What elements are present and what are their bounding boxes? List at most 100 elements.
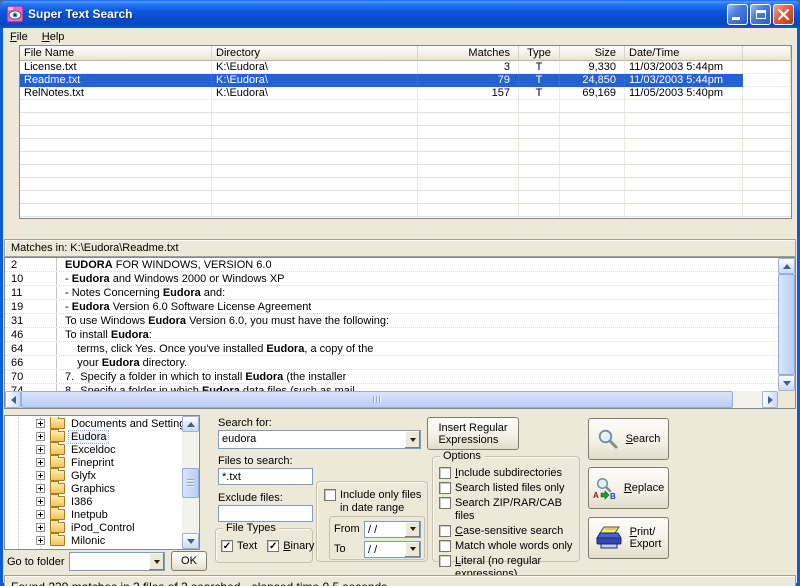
scroll-left-button[interactable] bbox=[5, 391, 21, 408]
match-row[interactable]: 19- Eudora Version 6.0 Software License … bbox=[5, 300, 778, 314]
column-header-type[interactable]: Type bbox=[519, 46, 560, 61]
table-empty-rows bbox=[20, 100, 791, 218]
dropdown-button[interactable] bbox=[404, 542, 420, 557]
client-area: File Name Directory Matches Type Size Da… bbox=[3, 45, 797, 583]
binary-checkbox[interactable]: ✓Binary bbox=[267, 540, 314, 553]
folder-icon bbox=[50, 496, 65, 507]
option-search-listed-files-only[interactable]: Search listed files only bbox=[439, 482, 576, 495]
match-row[interactable]: 46To install Eudora: bbox=[5, 328, 778, 342]
dropdown-button[interactable] bbox=[148, 553, 164, 570]
dropdown-button[interactable] bbox=[404, 522, 420, 537]
expand-icon[interactable] bbox=[36, 536, 45, 545]
files-to-search-input[interactable] bbox=[218, 468, 313, 485]
menu-bar: File Help bbox=[3, 28, 797, 45]
match-row[interactable]: 11- Notes Concerning Eudora and: bbox=[5, 286, 778, 300]
folder-icon bbox=[50, 470, 65, 481]
exclude-files-input[interactable] bbox=[218, 505, 313, 522]
scroll-up-button[interactable] bbox=[182, 416, 199, 432]
tree-item[interactable]: iPod_Control bbox=[5, 521, 182, 534]
column-header-directory[interactable]: Directory bbox=[212, 46, 418, 61]
scroll-down-button[interactable] bbox=[182, 533, 199, 549]
match-row[interactable]: 10- Eudora and Windows 2000 or Windows X… bbox=[5, 272, 778, 286]
options-label: Options bbox=[440, 450, 484, 462]
option-case-sensitive[interactable]: Case-sensitive search bbox=[439, 525, 576, 538]
status-text: Found 239 matches in 3 files of 3 search… bbox=[11, 580, 387, 586]
column-header-matches[interactable]: Matches bbox=[418, 46, 519, 61]
title-bar: Super Text Search bbox=[0, 0, 800, 28]
expand-icon[interactable] bbox=[36, 432, 45, 441]
tree-item[interactable]: Fineprint bbox=[5, 456, 182, 469]
expand-icon[interactable] bbox=[36, 510, 45, 519]
expand-icon[interactable] bbox=[36, 471, 45, 480]
menu-file[interactable]: File bbox=[3, 29, 35, 45]
close-button[interactable] bbox=[773, 4, 794, 25]
column-header-size[interactable]: Size bbox=[560, 46, 625, 61]
match-row[interactable]: 748. Specify a folder in which Eudora da… bbox=[5, 384, 778, 391]
option-match-whole-words[interactable]: Match whole words only bbox=[439, 540, 576, 553]
column-header-file-name[interactable]: File Name bbox=[20, 46, 212, 61]
tree-item[interactable]: Graphics bbox=[5, 482, 182, 495]
scrollbar-thumb[interactable] bbox=[182, 468, 199, 498]
from-label: From bbox=[334, 523, 360, 535]
tree-item[interactable]: Exceldoc bbox=[5, 443, 182, 456]
file-types-group: File Types ✓Text ✓Binary bbox=[215, 528, 313, 563]
tree-item[interactable]: Milonic bbox=[5, 534, 182, 547]
window-title: Super Text Search bbox=[28, 7, 132, 21]
tree-item[interactable]: I386 bbox=[5, 495, 182, 508]
folder-icon bbox=[50, 483, 65, 494]
tree-item[interactable]: Glyfx bbox=[5, 469, 182, 482]
match-row[interactable]: 64 terms, click Yes. Once you've install… bbox=[5, 342, 778, 356]
option-include-subdirectories[interactable]: Include subdirectories bbox=[439, 467, 576, 480]
search-for-combobox[interactable]: eudora bbox=[218, 430, 421, 449]
column-header-date-time[interactable]: Date/Time bbox=[625, 46, 743, 61]
replace-button[interactable]: A B Replace bbox=[588, 467, 669, 509]
table-row[interactable]: License.txt K:\Eudora\ 3 T 9,330 11/03/2… bbox=[20, 61, 791, 74]
match-row[interactable]: 2EUDORA FOR WINDOWS, VERSION 6.0 bbox=[5, 258, 778, 272]
scroll-right-button[interactable] bbox=[762, 391, 778, 408]
scroll-down-button[interactable] bbox=[778, 375, 795, 391]
chevron-down-icon bbox=[410, 527, 416, 531]
match-row[interactable]: 66 your Eudora directory. bbox=[5, 356, 778, 370]
matches-header-bar: Matches in: K:\Eudora\Readme.txt bbox=[4, 239, 796, 257]
expand-icon[interactable] bbox=[36, 497, 45, 506]
folder-icon bbox=[50, 457, 65, 468]
table-row[interactable]: RelNotes.txt K:\Eudora\ 157 T 69,169 11/… bbox=[20, 87, 791, 100]
search-button[interactable]: Search bbox=[588, 418, 669, 460]
tree-item-selected[interactable]: Eudora bbox=[5, 430, 182, 443]
expand-icon[interactable] bbox=[36, 445, 45, 454]
tree-item[interactable]: Documents and Settings bbox=[5, 417, 182, 430]
matches-vertical-scrollbar[interactable] bbox=[778, 258, 795, 391]
replace-icon: A B bbox=[593, 476, 617, 500]
expand-icon[interactable] bbox=[36, 523, 45, 532]
date-range-checkbox[interactable]: Include only filesin date range bbox=[324, 489, 421, 515]
matches-horizontal-scrollbar[interactable] bbox=[5, 391, 778, 408]
match-row[interactable]: 707. Specify a folder in which to instal… bbox=[5, 370, 778, 384]
option-search-zip-rar-cab[interactable]: Search ZIP/RAR/CAB files bbox=[439, 497, 576, 523]
tree-item[interactable]: Inetpub bbox=[5, 508, 182, 521]
scrollbar-thumb[interactable] bbox=[21, 391, 733, 408]
scrollbar-track[interactable] bbox=[733, 391, 762, 408]
to-date-combobox[interactable]: / / bbox=[364, 541, 421, 558]
arrow-up-icon bbox=[783, 264, 791, 269]
maximize-button[interactable] bbox=[750, 4, 771, 25]
goto-folder-combobox[interactable] bbox=[69, 552, 165, 571]
printer-icon bbox=[596, 526, 623, 550]
ok-button[interactable]: OK bbox=[171, 551, 207, 571]
expand-icon[interactable] bbox=[36, 458, 45, 467]
match-row[interactable]: 31To use Windows Eudora Version 6.0, you… bbox=[5, 314, 778, 328]
expand-icon[interactable] bbox=[36, 484, 45, 493]
dropdown-button[interactable] bbox=[404, 431, 420, 448]
print-export-button[interactable]: Print/Export bbox=[588, 517, 669, 559]
from-date-combobox[interactable]: / / bbox=[364, 521, 421, 538]
text-checkbox[interactable]: ✓Text bbox=[221, 540, 257, 553]
files-to-search-label: Files to search: bbox=[218, 455, 293, 467]
insert-regex-button[interactable]: Insert RegularExpressions bbox=[427, 417, 519, 450]
expand-icon[interactable] bbox=[36, 419, 45, 428]
tree-vertical-scrollbar[interactable] bbox=[182, 416, 199, 549]
table-row-selected[interactable]: Readme.txt K:\Eudora\ 79 T 24,850 11/03/… bbox=[20, 74, 791, 87]
exclude-files-label: Exclude files: bbox=[218, 492, 283, 504]
minimize-button[interactable] bbox=[727, 4, 748, 25]
scrollbar-thumb[interactable] bbox=[778, 274, 795, 375]
menu-help[interactable]: Help bbox=[35, 29, 72, 45]
scroll-up-button[interactable] bbox=[778, 258, 795, 274]
